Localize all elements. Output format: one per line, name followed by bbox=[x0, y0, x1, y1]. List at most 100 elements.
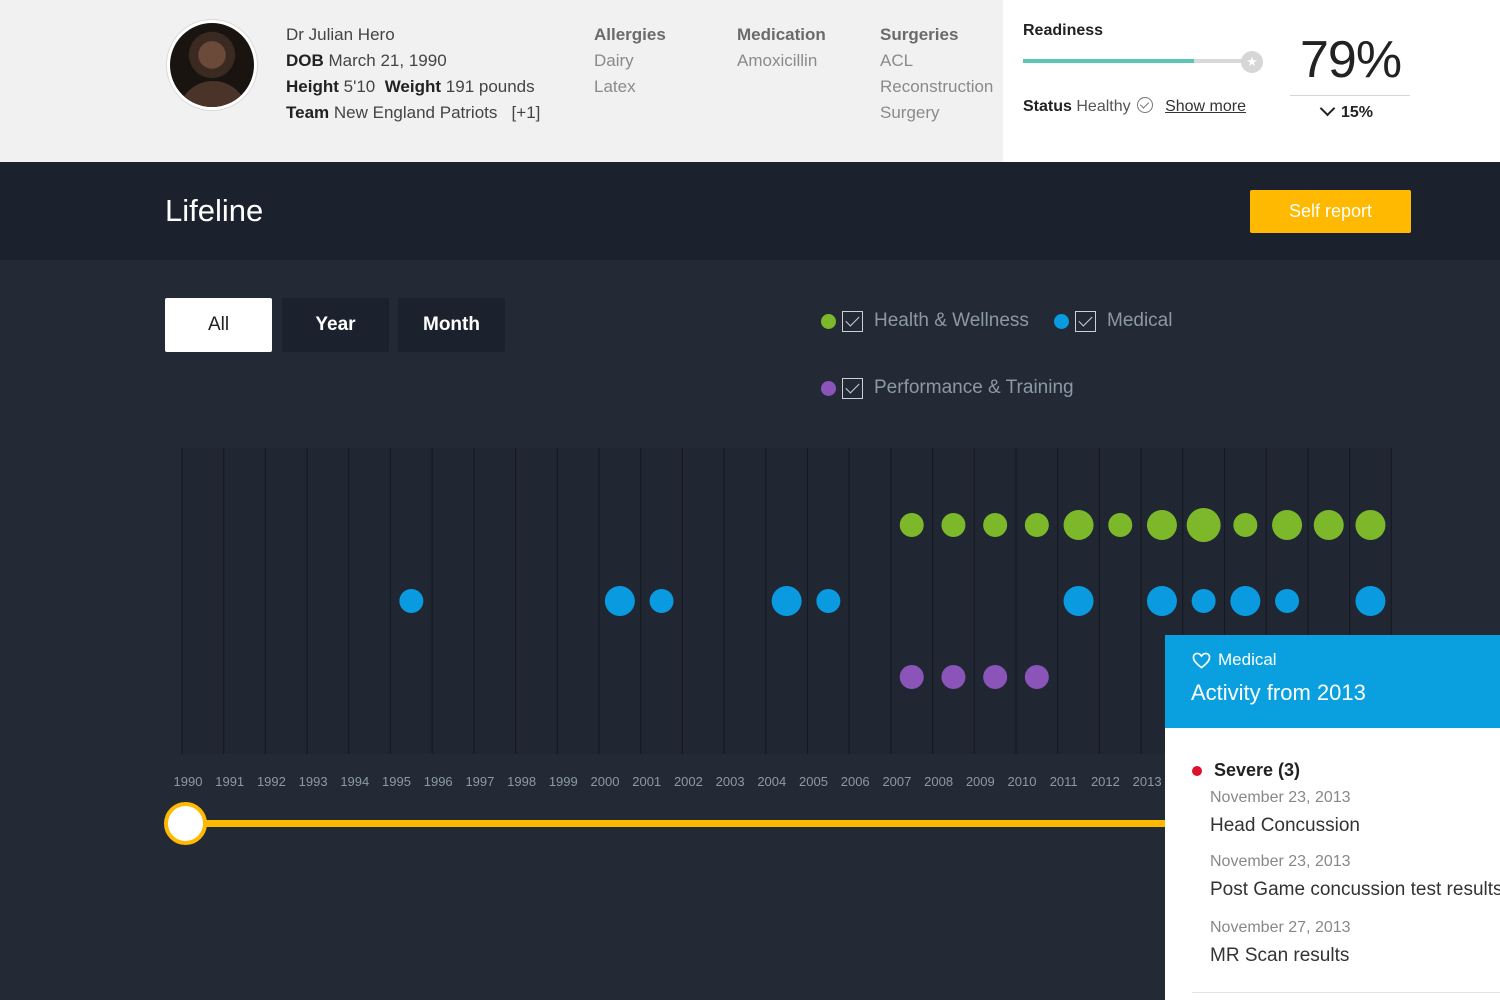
event-dot[interactable] bbox=[816, 589, 841, 613]
time-range-handle[interactable] bbox=[164, 802, 207, 845]
event-dot[interactable] bbox=[1233, 513, 1258, 537]
event-dot[interactable] bbox=[899, 513, 924, 537]
event-dot[interactable] bbox=[983, 665, 1008, 689]
patient-info: Dr Julian Hero DOB March 21, 1990 Height… bbox=[286, 22, 540, 126]
event-dot[interactable] bbox=[1355, 510, 1386, 540]
weight-label: Weight bbox=[384, 77, 442, 96]
medication-item: Amoxicillin bbox=[737, 51, 818, 70]
year-tick-label: 1994 bbox=[340, 774, 369, 789]
tab-year[interactable]: Year bbox=[282, 298, 389, 352]
entry-date: November 23, 2013 bbox=[1210, 789, 1351, 806]
readiness-title: Readiness bbox=[1023, 22, 1104, 39]
year-tick-label: 2009 bbox=[966, 774, 995, 789]
popup-title: Activity from 2013 bbox=[1191, 680, 1366, 705]
legend-medical[interactable]: Medical bbox=[1054, 310, 1172, 332]
severity-label: Severe (3) bbox=[1214, 760, 1301, 780]
event-dot[interactable] bbox=[1272, 510, 1303, 540]
divider bbox=[1192, 992, 1500, 993]
entry-date: November 23, 2013 bbox=[1210, 853, 1351, 870]
event-dot[interactable] bbox=[941, 665, 966, 689]
year-tick-label: 2011 bbox=[1050, 774, 1078, 789]
checkbox-icon[interactable] bbox=[842, 377, 863, 399]
event-dot[interactable] bbox=[1275, 589, 1300, 613]
event-dot[interactable] bbox=[1108, 513, 1133, 537]
severity-badge: Severe (3) bbox=[1192, 760, 1300, 781]
severity-dot-icon bbox=[1192, 765, 1202, 776]
event-dot[interactable] bbox=[1186, 508, 1221, 542]
legend-label: Medical bbox=[1107, 310, 1173, 331]
allergy-item: Latex bbox=[594, 77, 636, 96]
team-label: Team bbox=[286, 103, 330, 122]
entry-title[interactable]: Head Concussion bbox=[1210, 815, 1360, 837]
self-report-button[interactable]: Self report bbox=[1250, 190, 1411, 233]
height-label: Height bbox=[286, 77, 339, 96]
surgeries-heading: Surgeries bbox=[880, 25, 959, 44]
event-dot[interactable] bbox=[604, 586, 635, 616]
event-dot[interactable] bbox=[399, 589, 424, 613]
event-dot[interactable] bbox=[983, 513, 1008, 537]
year-tick-label: 2005 bbox=[799, 774, 828, 789]
year-tick-label: 2006 bbox=[841, 774, 870, 789]
checkbox-icon[interactable] bbox=[1075, 310, 1096, 332]
tab-all[interactable]: All bbox=[165, 298, 272, 352]
star-icon[interactable]: ★ bbox=[1241, 51, 1263, 73]
event-dot[interactable] bbox=[1063, 586, 1094, 616]
event-dot[interactable] bbox=[1063, 510, 1094, 540]
year-tick-label: 2002 bbox=[674, 774, 703, 789]
year-tick-label: 1992 bbox=[257, 774, 286, 789]
show-more-link[interactable]: Show more bbox=[1165, 98, 1246, 115]
event-dot[interactable] bbox=[1191, 589, 1216, 613]
year-tick-label: 1993 bbox=[299, 774, 328, 789]
event-dot[interactable] bbox=[771, 586, 802, 616]
dot-icon bbox=[821, 380, 836, 396]
year-tick-label: 2012 bbox=[1091, 774, 1120, 789]
event-dot[interactable] bbox=[1146, 586, 1177, 616]
checkbox-icon[interactable] bbox=[842, 310, 863, 332]
legend-label: Performance & Training bbox=[874, 377, 1074, 398]
entry-title[interactable]: MR Scan results bbox=[1210, 945, 1349, 967]
status-line: Status Healthy Show more bbox=[1023, 97, 1246, 116]
event-dot[interactable] bbox=[1024, 665, 1049, 689]
popup-category-label: Medical bbox=[1218, 650, 1277, 669]
patient-name: Dr Julian Hero bbox=[286, 25, 395, 44]
year-tick-label: 2008 bbox=[924, 774, 953, 789]
legend-performance-training[interactable]: Performance & Training bbox=[821, 377, 1074, 399]
popup-category: Medical bbox=[1192, 650, 1277, 670]
legend-health-wellness[interactable]: Health & Wellness bbox=[821, 310, 1029, 332]
year-tick-label: 1997 bbox=[465, 774, 494, 789]
dob-value: March 21, 1990 bbox=[328, 51, 447, 70]
event-dot[interactable] bbox=[899, 665, 924, 689]
year-tick-label: 1995 bbox=[382, 774, 411, 789]
year-tick-label: 1999 bbox=[549, 774, 578, 789]
divider bbox=[1290, 95, 1410, 96]
team-value: New England Patriots bbox=[333, 103, 498, 122]
dob-label: DOB bbox=[286, 51, 324, 70]
allergies-heading: Allergies bbox=[594, 25, 666, 44]
year-tick-label: 2003 bbox=[716, 774, 745, 789]
avatar bbox=[167, 20, 257, 110]
event-dot[interactable] bbox=[1230, 586, 1261, 616]
event-dot[interactable] bbox=[1313, 510, 1344, 540]
team-more-link[interactable]: [+1] bbox=[512, 103, 541, 122]
surgery-item: Reconstruction bbox=[880, 77, 994, 96]
entry-date: November 27, 2013 bbox=[1210, 919, 1351, 936]
readiness-bar-fill bbox=[1023, 59, 1194, 63]
time-range-slider[interactable] bbox=[185, 820, 1185, 827]
event-dot[interactable] bbox=[1355, 586, 1386, 616]
surgeries-column: Surgeries ACL Reconstruction Surgery bbox=[880, 22, 993, 126]
readiness-delta: 15% bbox=[1319, 100, 1374, 122]
event-dot[interactable] bbox=[649, 589, 674, 613]
delta-value: 15% bbox=[1341, 104, 1374, 121]
event-dot[interactable] bbox=[1024, 513, 1049, 537]
year-tick-label: 2000 bbox=[591, 774, 620, 789]
tab-month[interactable]: Month bbox=[398, 298, 505, 352]
year-tick-label: 1990 bbox=[174, 774, 203, 789]
heart-icon bbox=[1192, 652, 1211, 669]
year-tick-label: 2004 bbox=[757, 774, 786, 789]
year-tick-label: 2013 bbox=[1133, 774, 1162, 789]
event-dot[interactable] bbox=[941, 513, 966, 537]
entry-title[interactable]: Post Game concussion test results bbox=[1210, 879, 1500, 901]
year-tick-label: 2007 bbox=[882, 774, 911, 789]
event-dot[interactable] bbox=[1146, 510, 1177, 540]
allergy-item: Dairy bbox=[594, 51, 634, 70]
